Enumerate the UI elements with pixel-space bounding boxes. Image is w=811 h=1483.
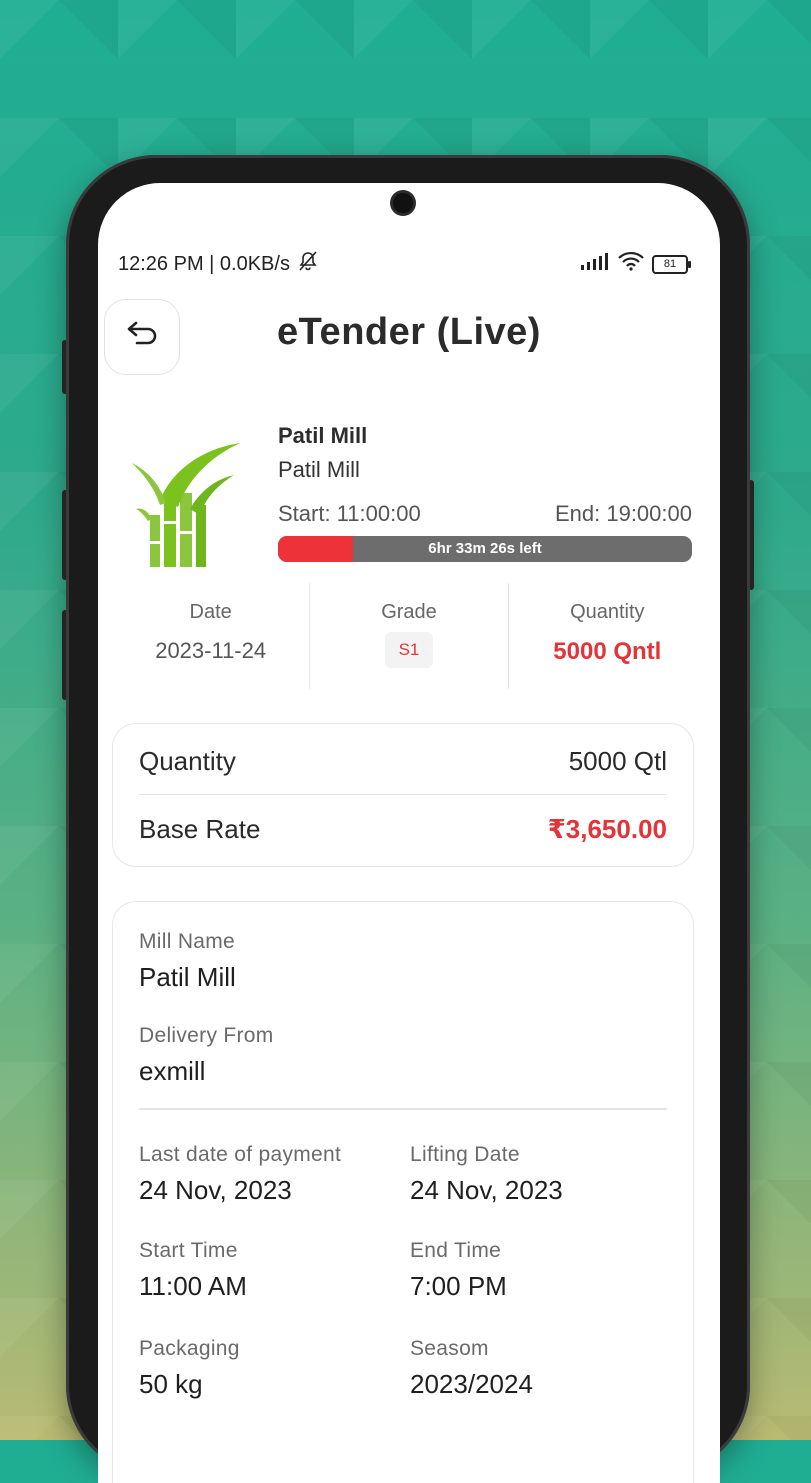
quantity-label: Quantity [139, 745, 236, 776]
lifting-date-value: 24 Nov, 2023 [410, 1175, 563, 1205]
packaging-value: 50 kg [139, 1369, 203, 1399]
end-time-label: End: 19:00:00 [554, 501, 692, 526]
delivery-from-value: exmill [139, 1056, 206, 1086]
last-payment-value: 24 Nov, 2023 [139, 1175, 292, 1205]
tender-stats: Date 2023-11-24 Grade S1 Quantity 5000 Q… [112, 583, 706, 689]
stat-grade-label: Grade [381, 601, 437, 623]
base-rate-row: Base Rate ₹3,650.00 [139, 796, 667, 862]
stat-date-value: 2023-11-24 [155, 638, 267, 663]
base-rate-value: ₹3,650.00 [547, 813, 667, 844]
quantity-row: Quantity 5000 Qtl [139, 728, 667, 795]
end-time-detail-value: 7:00 PM [410, 1271, 507, 1301]
mill-logo [130, 423, 242, 569]
base-rate-label: Base Rate [139, 813, 261, 844]
start-time-detail-value: 11:00 AM [139, 1271, 247, 1301]
stat-quantity-label: Quantity [570, 601, 645, 623]
app-screen: 12:26 PM | 0.0KB/s 81 eTender (Live) Pat… [98, 183, 720, 1483]
details-divider [139, 1108, 667, 1110]
stat-quantity: Quantity 5000 Qntl [507, 583, 706, 689]
status-bar: 12:26 PM | 0.0KB/s 81 [118, 250, 691, 278]
stat-date: Date 2023-11-24 [112, 583, 309, 689]
battery-icon: 81 [652, 254, 691, 274]
season-label: Seasom [410, 1337, 489, 1360]
mill-name-value: Patil Mill [139, 962, 236, 992]
stat-date-label: Date [189, 601, 232, 623]
time-progress-bar: 6hr 33m 26s left [278, 536, 692, 562]
lifting-date-label: Lifting Date [410, 1143, 520, 1166]
time-left-text: 6hr 33m 26s left [428, 540, 542, 557]
signal-icon [580, 252, 610, 276]
start-time-label: Start: 11:00:00 [278, 501, 421, 526]
details-card: Mill Name Patil Mill Delivery From exmil… [112, 901, 694, 1483]
mill-subtitle: Patil Mill [278, 457, 360, 482]
front-camera [393, 193, 413, 213]
page-title: eTender (Live) [277, 311, 541, 353]
mill-name-label: Mill Name [139, 930, 236, 953]
packaging-label: Packaging [139, 1337, 240, 1360]
end-time-detail-label: End Time [410, 1239, 502, 1262]
quantity-value: 5000 Qtl [568, 745, 667, 776]
start-time-detail-label: Start Time [139, 1239, 238, 1262]
delivery-from-label: Delivery From [139, 1024, 274, 1047]
mute-icon [296, 250, 320, 278]
season-value: 2023/2024 [410, 1369, 533, 1399]
status-time: 12:26 PM | 0.0KB/s [118, 252, 290, 275]
stat-grade: Grade S1 [309, 583, 507, 689]
mill-title: Patil Mill [278, 423, 368, 448]
last-payment-label: Last date of payment [139, 1143, 342, 1166]
grade-badge: S1 [384, 632, 434, 668]
stat-quantity-value: 5000 Qntl [553, 638, 662, 665]
rate-card: Quantity 5000 Qtl Base Rate ₹3,650.00 [112, 723, 694, 867]
wifi-icon [618, 251, 644, 277]
